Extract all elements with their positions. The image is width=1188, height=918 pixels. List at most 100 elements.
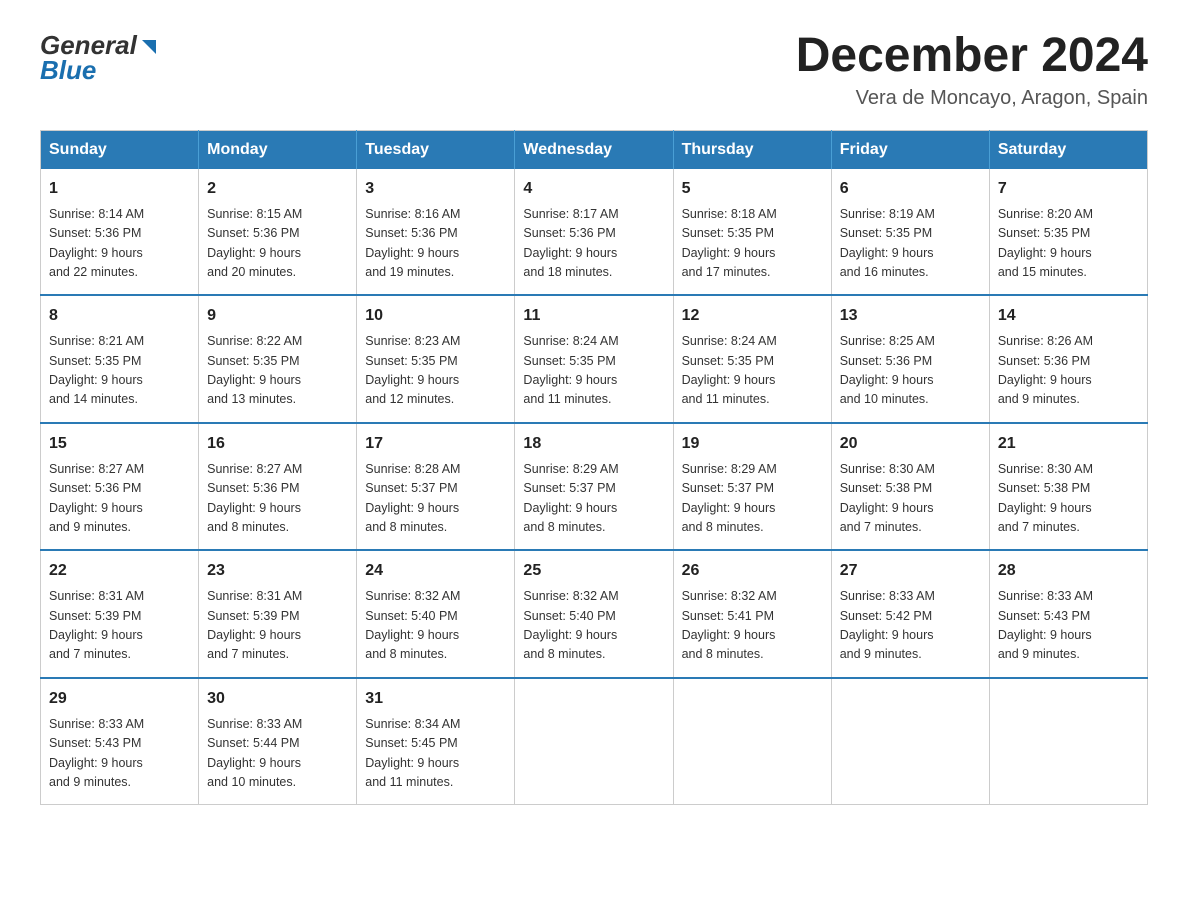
day-info: Sunrise: 8:33 AM Sunset: 5:43 PM Dayligh… <box>998 587 1139 665</box>
calendar-cell: 6 Sunrise: 8:19 AM Sunset: 5:35 PM Dayli… <box>831 169 989 296</box>
col-tuesday: Tuesday <box>357 130 515 169</box>
calendar-week-1: 1 Sunrise: 8:14 AM Sunset: 5:36 PM Dayli… <box>41 169 1148 296</box>
calendar-cell: 1 Sunrise: 8:14 AM Sunset: 5:36 PM Dayli… <box>41 169 199 296</box>
page-header: General Blue December 2024 Vera de Monca… <box>40 30 1148 110</box>
day-number: 31 <box>365 687 506 711</box>
day-number: 10 <box>365 304 506 328</box>
calendar-cell: 29 Sunrise: 8:33 AM Sunset: 5:43 PM Dayl… <box>41 678 199 805</box>
day-info: Sunrise: 8:16 AM Sunset: 5:36 PM Dayligh… <box>365 205 506 283</box>
day-number: 2 <box>207 177 348 201</box>
day-number: 18 <box>523 432 664 456</box>
calendar-cell: 11 Sunrise: 8:24 AM Sunset: 5:35 PM Dayl… <box>515 295 673 423</box>
day-number: 5 <box>682 177 823 201</box>
calendar-week-5: 29 Sunrise: 8:33 AM Sunset: 5:43 PM Dayl… <box>41 678 1148 805</box>
day-info: Sunrise: 8:28 AM Sunset: 5:37 PM Dayligh… <box>365 460 506 538</box>
day-info: Sunrise: 8:15 AM Sunset: 5:36 PM Dayligh… <box>207 205 348 283</box>
calendar-cell: 31 Sunrise: 8:34 AM Sunset: 5:45 PM Dayl… <box>357 678 515 805</box>
day-number: 26 <box>682 559 823 583</box>
day-info: Sunrise: 8:26 AM Sunset: 5:36 PM Dayligh… <box>998 332 1139 410</box>
day-number: 4 <box>523 177 664 201</box>
calendar-cell <box>673 678 831 805</box>
col-friday: Friday <box>831 130 989 169</box>
col-thursday: Thursday <box>673 130 831 169</box>
day-number: 16 <box>207 432 348 456</box>
day-info: Sunrise: 8:33 AM Sunset: 5:42 PM Dayligh… <box>840 587 981 665</box>
calendar-cell <box>831 678 989 805</box>
day-info: Sunrise: 8:32 AM Sunset: 5:40 PM Dayligh… <box>523 587 664 665</box>
day-info: Sunrise: 8:24 AM Sunset: 5:35 PM Dayligh… <box>682 332 823 410</box>
calendar-cell: 21 Sunrise: 8:30 AM Sunset: 5:38 PM Dayl… <box>989 423 1147 551</box>
day-info: Sunrise: 8:30 AM Sunset: 5:38 PM Dayligh… <box>840 460 981 538</box>
day-info: Sunrise: 8:17 AM Sunset: 5:36 PM Dayligh… <box>523 205 664 283</box>
calendar-cell: 9 Sunrise: 8:22 AM Sunset: 5:35 PM Dayli… <box>199 295 357 423</box>
day-info: Sunrise: 8:27 AM Sunset: 5:36 PM Dayligh… <box>207 460 348 538</box>
day-info: Sunrise: 8:19 AM Sunset: 5:35 PM Dayligh… <box>840 205 981 283</box>
day-number: 23 <box>207 559 348 583</box>
month-year-title: December 2024 <box>796 30 1148 83</box>
calendar-cell: 14 Sunrise: 8:26 AM Sunset: 5:36 PM Dayl… <box>989 295 1147 423</box>
calendar-cell: 5 Sunrise: 8:18 AM Sunset: 5:35 PM Dayli… <box>673 169 831 296</box>
calendar-cell <box>989 678 1147 805</box>
calendar-cell: 28 Sunrise: 8:33 AM Sunset: 5:43 PM Dayl… <box>989 550 1147 678</box>
calendar-cell: 24 Sunrise: 8:32 AM Sunset: 5:40 PM Dayl… <box>357 550 515 678</box>
calendar-cell: 23 Sunrise: 8:31 AM Sunset: 5:39 PM Dayl… <box>199 550 357 678</box>
calendar-cell: 27 Sunrise: 8:33 AM Sunset: 5:42 PM Dayl… <box>831 550 989 678</box>
day-number: 1 <box>49 177 190 201</box>
day-info: Sunrise: 8:27 AM Sunset: 5:36 PM Dayligh… <box>49 460 190 538</box>
day-number: 22 <box>49 559 190 583</box>
day-info: Sunrise: 8:32 AM Sunset: 5:40 PM Dayligh… <box>365 587 506 665</box>
day-info: Sunrise: 8:30 AM Sunset: 5:38 PM Dayligh… <box>998 460 1139 538</box>
day-number: 30 <box>207 687 348 711</box>
day-number: 28 <box>998 559 1139 583</box>
day-info: Sunrise: 8:33 AM Sunset: 5:43 PM Dayligh… <box>49 715 190 793</box>
day-number: 11 <box>523 304 664 328</box>
day-number: 12 <box>682 304 823 328</box>
day-number: 29 <box>49 687 190 711</box>
calendar-header-row: Sunday Monday Tuesday Wednesday Thursday… <box>41 130 1148 169</box>
calendar-cell: 16 Sunrise: 8:27 AM Sunset: 5:36 PM Dayl… <box>199 423 357 551</box>
day-info: Sunrise: 8:20 AM Sunset: 5:35 PM Dayligh… <box>998 205 1139 283</box>
calendar-week-3: 15 Sunrise: 8:27 AM Sunset: 5:36 PM Dayl… <box>41 423 1148 551</box>
day-info: Sunrise: 8:14 AM Sunset: 5:36 PM Dayligh… <box>49 205 190 283</box>
day-number: 14 <box>998 304 1139 328</box>
day-info: Sunrise: 8:18 AM Sunset: 5:35 PM Dayligh… <box>682 205 823 283</box>
logo: General Blue <box>40 30 160 86</box>
day-number: 9 <box>207 304 348 328</box>
calendar-cell: 26 Sunrise: 8:32 AM Sunset: 5:41 PM Dayl… <box>673 550 831 678</box>
day-number: 6 <box>840 177 981 201</box>
calendar-cell: 3 Sunrise: 8:16 AM Sunset: 5:36 PM Dayli… <box>357 169 515 296</box>
calendar-cell: 20 Sunrise: 8:30 AM Sunset: 5:38 PM Dayl… <box>831 423 989 551</box>
day-info: Sunrise: 8:31 AM Sunset: 5:39 PM Dayligh… <box>207 587 348 665</box>
day-info: Sunrise: 8:23 AM Sunset: 5:35 PM Dayligh… <box>365 332 506 410</box>
calendar-cell: 8 Sunrise: 8:21 AM Sunset: 5:35 PM Dayli… <box>41 295 199 423</box>
day-info: Sunrise: 8:34 AM Sunset: 5:45 PM Dayligh… <box>365 715 506 793</box>
day-info: Sunrise: 8:33 AM Sunset: 5:44 PM Dayligh… <box>207 715 348 793</box>
day-number: 17 <box>365 432 506 456</box>
calendar-cell: 12 Sunrise: 8:24 AM Sunset: 5:35 PM Dayl… <box>673 295 831 423</box>
day-number: 7 <box>998 177 1139 201</box>
day-number: 19 <box>682 432 823 456</box>
day-number: 24 <box>365 559 506 583</box>
day-number: 20 <box>840 432 981 456</box>
logo-blue-text: Blue <box>40 55 96 86</box>
day-number: 13 <box>840 304 981 328</box>
calendar-cell: 15 Sunrise: 8:27 AM Sunset: 5:36 PM Dayl… <box>41 423 199 551</box>
calendar-cell: 30 Sunrise: 8:33 AM Sunset: 5:44 PM Dayl… <box>199 678 357 805</box>
day-number: 21 <box>998 432 1139 456</box>
col-monday: Monday <box>199 130 357 169</box>
day-info: Sunrise: 8:29 AM Sunset: 5:37 PM Dayligh… <box>682 460 823 538</box>
calendar-week-2: 8 Sunrise: 8:21 AM Sunset: 5:35 PM Dayli… <box>41 295 1148 423</box>
day-info: Sunrise: 8:32 AM Sunset: 5:41 PM Dayligh… <box>682 587 823 665</box>
calendar-cell: 13 Sunrise: 8:25 AM Sunset: 5:36 PM Dayl… <box>831 295 989 423</box>
title-block: December 2024 Vera de Moncayo, Aragon, S… <box>796 30 1148 110</box>
calendar-cell: 7 Sunrise: 8:20 AM Sunset: 5:35 PM Dayli… <box>989 169 1147 296</box>
day-info: Sunrise: 8:21 AM Sunset: 5:35 PM Dayligh… <box>49 332 190 410</box>
calendar-week-4: 22 Sunrise: 8:31 AM Sunset: 5:39 PM Dayl… <box>41 550 1148 678</box>
day-number: 3 <box>365 177 506 201</box>
calendar-cell: 25 Sunrise: 8:32 AM Sunset: 5:40 PM Dayl… <box>515 550 673 678</box>
day-number: 25 <box>523 559 664 583</box>
location-subtitle: Vera de Moncayo, Aragon, Spain <box>796 87 1148 110</box>
calendar-cell: 19 Sunrise: 8:29 AM Sunset: 5:37 PM Dayl… <box>673 423 831 551</box>
day-number: 27 <box>840 559 981 583</box>
day-info: Sunrise: 8:24 AM Sunset: 5:35 PM Dayligh… <box>523 332 664 410</box>
